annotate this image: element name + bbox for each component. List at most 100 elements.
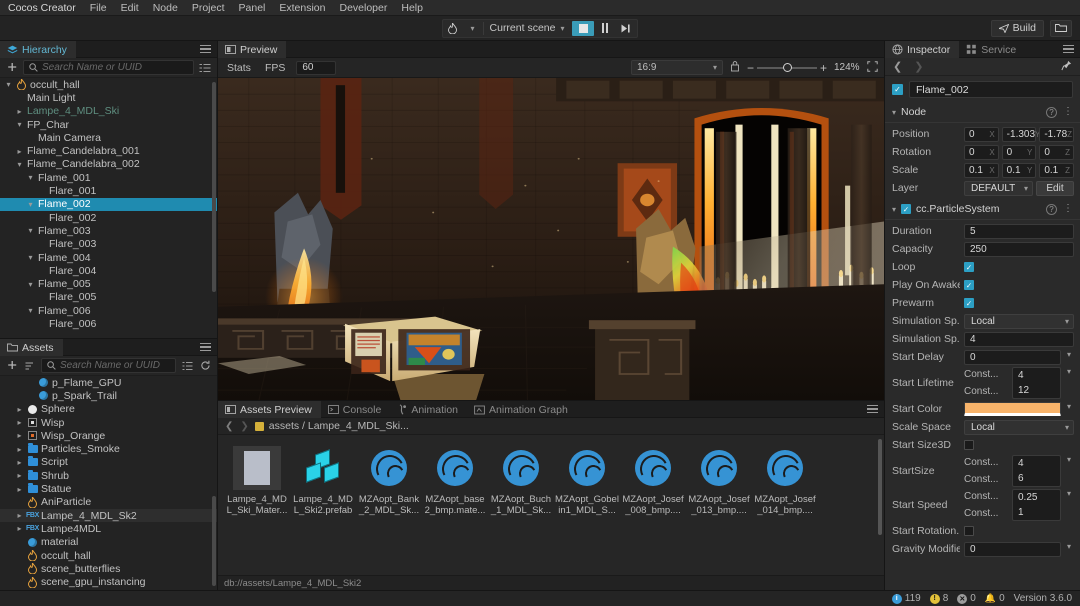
- asset-tree-item[interactable]: Particles_Smoke: [0, 442, 217, 455]
- position-y-input[interactable]: -1.303Y: [1002, 127, 1037, 142]
- inspector-menu-button[interactable]: [1057, 41, 1080, 57]
- breadcrumb-forward-button[interactable]: ❯: [239, 421, 249, 432]
- startsize-min-input[interactable]: 4: [1013, 456, 1060, 471]
- asset-tree-item[interactable]: occult_hall: [0, 549, 217, 562]
- assets-search-input[interactable]: Search Name or UUID: [41, 358, 176, 373]
- menu-item-help[interactable]: Help: [394, 0, 430, 16]
- chevron-right-icon[interactable]: [15, 445, 24, 454]
- component-enabled-checkbox[interactable]: [901, 204, 911, 214]
- assets-scrollbar[interactable]: [212, 496, 216, 586]
- hierarchy-node-item[interactable]: occult_hall: [0, 78, 217, 91]
- inspector-forward-button[interactable]: ❯: [914, 60, 923, 73]
- hierarchy-node-item[interactable]: Flare_006: [0, 317, 217, 330]
- chevron-right-icon[interactable]: [15, 485, 24, 494]
- loop-checkbox[interactable]: [964, 262, 974, 272]
- scale-x-input[interactable]: 0.1X: [964, 163, 999, 178]
- zoom-knob[interactable]: [783, 63, 792, 72]
- chevron-right-icon[interactable]: [15, 511, 24, 520]
- chevron-right-icon[interactable]: [15, 471, 24, 480]
- const-mode-label[interactable]: Const...: [964, 506, 1012, 521]
- hierarchy-node-item[interactable]: Flame_Candelabra_002: [0, 158, 217, 171]
- const-mode-label[interactable]: Const...: [964, 384, 1012, 399]
- start-color-swatch[interactable]: [964, 402, 1061, 416]
- menu-item-extension[interactable]: Extension: [272, 0, 332, 16]
- chevron-down-icon[interactable]: [26, 253, 35, 262]
- current-scene-selector[interactable]: Current scene ▾: [484, 22, 571, 34]
- hierarchy-node-item[interactable]: Flare_004: [0, 264, 217, 277]
- aspect-ratio-select[interactable]: 16:9 ▾: [631, 60, 723, 75]
- chevron-down-icon[interactable]: ▾: [1064, 402, 1074, 416]
- warning-status[interactable]: ! 8: [930, 593, 949, 604]
- const-mode-label[interactable]: Const...: [964, 489, 1012, 504]
- help-icon[interactable]: ?: [1046, 204, 1057, 215]
- hierarchy-node-item[interactable]: Flare_001: [0, 184, 217, 197]
- const-mode-label[interactable]: Const...: [964, 472, 1012, 487]
- rotation-z-input[interactable]: 0Z: [1039, 145, 1074, 160]
- create-asset-button[interactable]: [5, 359, 19, 373]
- const-mode-label[interactable]: Const...: [964, 455, 1012, 470]
- play-on-awake-checkbox[interactable]: [964, 280, 974, 290]
- asset-grid-item[interactable]: Lampe_4_MDL_Ski_Mater...: [224, 445, 290, 516]
- scale-y-input[interactable]: 0.1Y: [1002, 163, 1037, 178]
- start-delay-input[interactable]: 0: [964, 350, 1061, 365]
- chevron-right-icon[interactable]: [15, 431, 24, 440]
- zoom-out-icon[interactable]: −: [747, 64, 754, 72]
- tab-animation[interactable]: Animation: [390, 401, 467, 418]
- asset-tree-item[interactable]: Wisp_Orange: [0, 429, 217, 442]
- menu-item-node[interactable]: Node: [146, 0, 185, 16]
- asset-tree-item[interactable]: Shrub: [0, 469, 217, 482]
- menu-item-edit[interactable]: Edit: [114, 0, 146, 16]
- scale-z-input[interactable]: 0.1Z: [1039, 163, 1074, 178]
- zoom-in-icon[interactable]: +: [820, 64, 827, 72]
- hierarchy-node-item[interactable]: Flame_003: [0, 224, 217, 237]
- assets-view-toggle[interactable]: [180, 359, 194, 373]
- hierarchy-node-item[interactable]: Flare_003: [0, 238, 217, 251]
- component-section-header[interactable]: ▾ cc.ParticleSystem ? ⋮: [885, 200, 1080, 218]
- menu-item-cocos-creator[interactable]: Cocos Creator: [6, 0, 83, 16]
- chevron-right-icon[interactable]: [15, 147, 24, 156]
- scene-flame-icon[interactable]: [443, 19, 463, 38]
- tab-assets-preview[interactable]: Assets Preview: [218, 401, 321, 418]
- tab-hierarchy[interactable]: Hierarchy: [0, 41, 76, 58]
- chevron-down-icon[interactable]: ▾: [1064, 367, 1074, 399]
- hierarchy-node-item[interactable]: Lampe_4_MDL_Ski: [0, 105, 217, 118]
- prewarm-checkbox[interactable]: [964, 298, 974, 308]
- tab-service[interactable]: Service: [959, 41, 1025, 58]
- node-name-input[interactable]: Flame_002: [909, 81, 1073, 98]
- position-x-input[interactable]: 0X: [964, 127, 999, 142]
- chevron-right-icon[interactable]: [15, 418, 24, 427]
- fit-view-button[interactable]: [867, 61, 878, 75]
- tab-console[interactable]: Console: [321, 401, 391, 418]
- asset-grid-item[interactable]: MZAopt_Josef_013_bmp....: [686, 445, 752, 516]
- hierarchy-node-item[interactable]: Flame_002: [0, 198, 217, 211]
- const-mode-label[interactable]: Const...: [964, 367, 1012, 382]
- assets-refresh-button[interactable]: [198, 359, 212, 373]
- hierarchy-node-item[interactable]: Flare_002: [0, 211, 217, 224]
- hierarchy-menu-button[interactable]: [194, 41, 217, 57]
- position-z-input[interactable]: -1.78Z: [1039, 127, 1074, 142]
- asset-thumbnail-grid[interactable]: Lampe_4_MDL_Ski_Mater...Lampe_4_MDL_Ski2…: [218, 435, 884, 575]
- start-size3d-checkbox[interactable]: [964, 440, 974, 450]
- hierarchy-node-item[interactable]: Flame_005: [0, 277, 217, 290]
- chevron-right-icon[interactable]: [15, 524, 24, 533]
- pause-button[interactable]: [596, 23, 614, 33]
- inspector-back-button[interactable]: ❮: [893, 60, 902, 73]
- pin-icon[interactable]: [1061, 60, 1072, 74]
- asset-tree-item[interactable]: Script: [0, 456, 217, 469]
- breadcrumb-path[interactable]: assets / Lampe_4_MDL_Ski...: [269, 420, 409, 432]
- chevron-down-icon[interactable]: [4, 80, 13, 89]
- simulation-sp-select[interactable]: Local▾: [964, 314, 1074, 329]
- scale-space-select[interactable]: Local▾: [964, 420, 1074, 435]
- lock-ratio-button[interactable]: [730, 60, 740, 75]
- asset-tree-item[interactable]: Statue: [0, 482, 217, 495]
- add-node-button[interactable]: [5, 61, 19, 75]
- chevron-down-icon[interactable]: [26, 173, 35, 182]
- tab-preview[interactable]: Preview: [218, 41, 286, 58]
- asset-tree-item[interactable]: FBXLampe_4_MDL_Sk2: [0, 509, 217, 522]
- hierarchy-node-item[interactable]: Main Light: [0, 91, 217, 104]
- assets-menu-button[interactable]: [194, 339, 217, 355]
- simulation-sp-input[interactable]: 4: [964, 332, 1074, 347]
- menu-item-project[interactable]: Project: [185, 0, 232, 16]
- hierarchy-scrollbar[interactable]: [212, 82, 216, 292]
- assets-tree[interactable]: p_Flame_GPUp_Spark_TrailSphereWispWisp_O…: [0, 376, 217, 590]
